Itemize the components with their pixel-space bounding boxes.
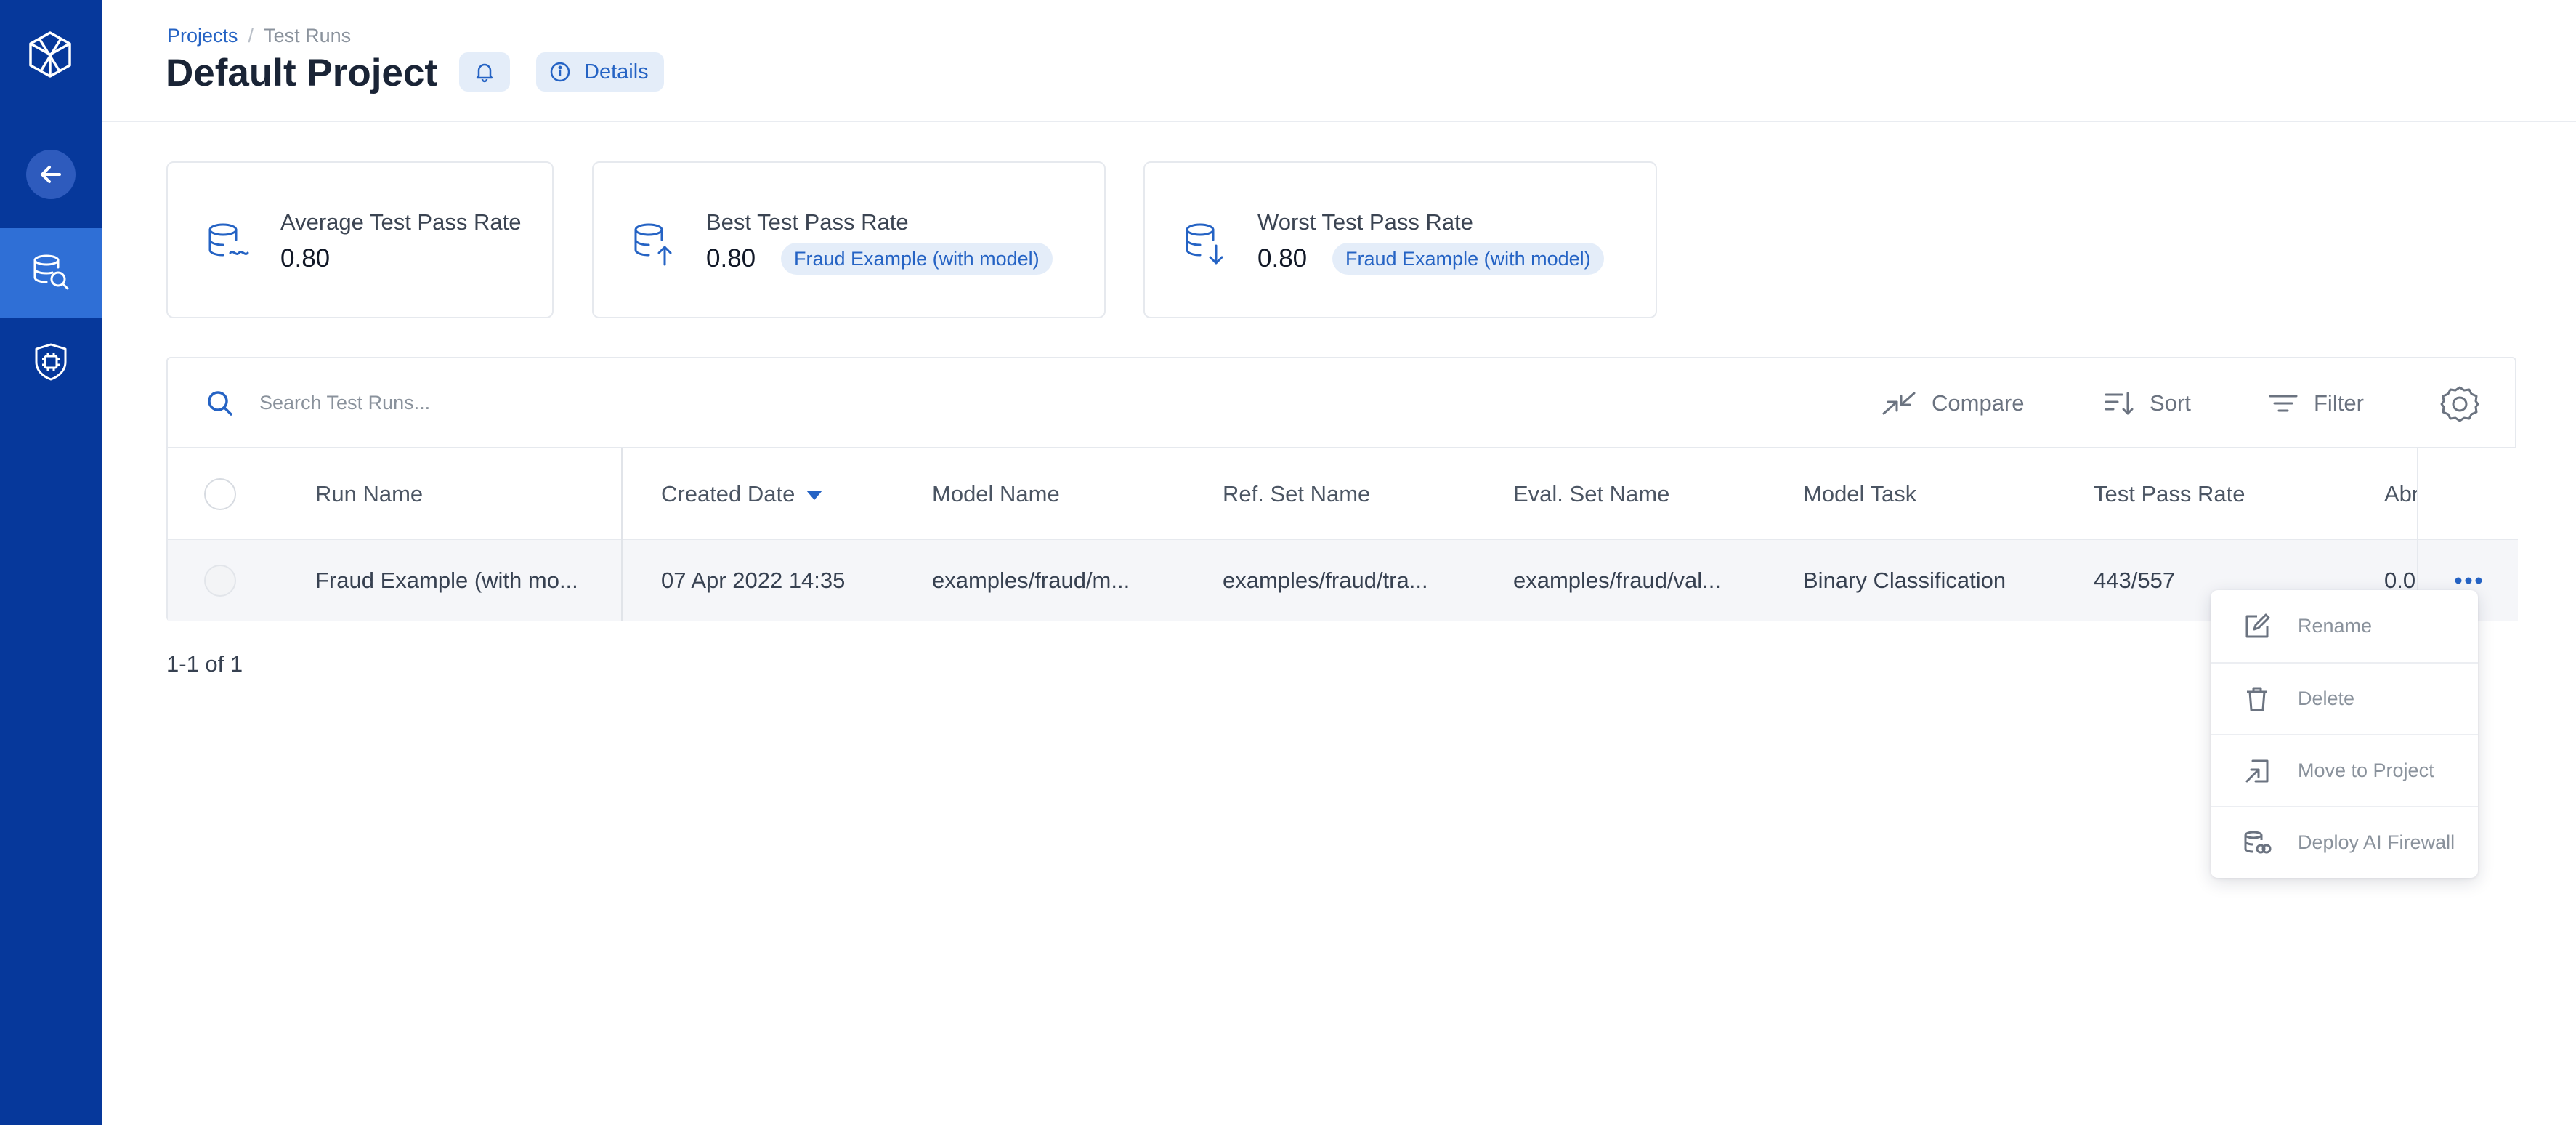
menu-item-label: Deploy AI Firewall (2298, 831, 2455, 853)
stat-title: Average Test Pass Rate (280, 209, 522, 235)
cell-created-date: 07 Apr 2022 14:35 (661, 568, 846, 593)
search-input[interactable] (259, 384, 841, 421)
stat-value: 0.80 (280, 244, 331, 273)
table-header: Run Name Created Date Model Name Ref. Se… (168, 448, 2515, 540)
column-created-date[interactable]: Created Date (661, 448, 823, 540)
filter-icon (2269, 395, 2298, 412)
stat-value: 0.80 (1257, 244, 1308, 273)
sidebar (0, 0, 102, 1125)
column-eval-set-name[interactable]: Eval. Set Name (1513, 448, 1669, 540)
move-icon (2245, 759, 2269, 782)
notifications-button[interactable] (459, 52, 510, 92)
page-title: Default Project (166, 52, 438, 94)
select-all-checkbox[interactable] (204, 478, 236, 510)
table-row[interactable]: Fraud Example (with mo... 07 Apr 2022 14… (168, 540, 2515, 621)
sort-icon (2105, 392, 2134, 415)
compare-label: Compare (1932, 390, 2025, 416)
breadcrumb-separator: / (248, 25, 254, 47)
compare-arrows-icon (1882, 392, 1916, 415)
breadcrumb-current: Test Runs (264, 25, 352, 47)
column-abr[interactable]: Abr (2384, 448, 2419, 540)
breadcrumb: Projects / Test Runs (167, 25, 351, 47)
menu-item-rename[interactable]: Rename (2211, 590, 2478, 662)
column-ref-set-name[interactable]: Ref. Set Name (1223, 448, 1370, 540)
column-divider (621, 448, 623, 621)
compare-button[interactable]: Compare (1881, 384, 2025, 422)
column-test-pass-rate[interactable]: Test Pass Rate (2094, 448, 2245, 540)
cell-run-name[interactable]: Fraud Example (with mo... (315, 540, 578, 621)
sort-button[interactable]: Sort (2103, 384, 2191, 422)
cell-model-task: Binary Classification (1803, 568, 2006, 593)
shield-chip-icon (35, 343, 67, 381)
back-button[interactable] (26, 150, 76, 199)
column-model-task[interactable]: Model Task (1803, 448, 1916, 540)
stat-card-average: Average Test Pass Rate 0.80 (166, 161, 554, 318)
details-button[interactable]: Details (536, 52, 664, 92)
stat-title: Best Test Pass Rate (706, 209, 909, 235)
menu-item-label: Rename (2298, 615, 2373, 637)
gear-icon[interactable] (2440, 384, 2479, 424)
database-arrow-down-icon (1186, 223, 1223, 265)
details-label: Details (584, 60, 649, 84)
row-checkbox[interactable] (204, 565, 236, 597)
column-created-date-label: Created Date (661, 481, 795, 507)
menu-item-label: Move to Project (2298, 759, 2434, 781)
menu-item-move-to-project[interactable]: Move to Project (2211, 734, 2478, 806)
more-horizontal-icon (2455, 577, 2482, 584)
stat-card-worst: Worst Test Pass Rate 0.80 Fraud Example … (1143, 161, 1657, 318)
cell-test-pass-rate: 443/557 (2094, 568, 2176, 593)
menu-item-delete[interactable]: Delete (2211, 662, 2478, 734)
menu-item-deploy-ai-firewall[interactable]: Deploy AI Firewall (2211, 806, 2478, 878)
filter-label: Filter (2314, 390, 2364, 416)
sort-desc-icon (806, 491, 823, 501)
logo-cube-icon[interactable] (25, 29, 76, 80)
breadcrumb-projects-link[interactable]: Projects (167, 25, 238, 47)
page-header: Projects / Test Runs Default Project Detai… (102, 0, 2576, 122)
table-toolbar: Compare Sort Filter (168, 358, 2515, 448)
sort-label: Sort (2150, 390, 2191, 416)
database-average-icon (208, 223, 249, 257)
stat-card-best: Best Test Pass Rate 0.80 Fraud Example (… (592, 161, 1106, 318)
database-arrow-up-icon (634, 223, 672, 266)
bell-icon (476, 63, 493, 83)
filter-button[interactable]: Filter (2267, 384, 2364, 422)
database-link-icon (2244, 831, 2272, 853)
edit-icon (2245, 613, 2270, 637)
database-search-icon (33, 254, 69, 290)
cell-eval-set-name: examples/fraud/val... (1513, 568, 1722, 593)
run-tag-link[interactable]: Fraud Example (with model) (781, 243, 1053, 275)
search-icon (208, 391, 232, 416)
column-run-name[interactable]: Run Name (315, 448, 423, 540)
stat-title: Worst Test Pass Rate (1257, 209, 1473, 235)
sidebar-item-firewall[interactable] (0, 317, 102, 407)
trash-icon (2247, 687, 2267, 711)
row-context-menu: Rename Delete Move to Project Deploy AI … (2211, 590, 2478, 878)
column-model-name[interactable]: Model Name (932, 448, 1060, 540)
test-runs-panel: Compare Sort Filter Run (166, 357, 2518, 621)
cell-model-name: examples/fraud/m... (932, 568, 1130, 593)
info-icon (550, 62, 570, 82)
sidebar-item-test-runs[interactable] (0, 228, 102, 318)
arrow-left-icon (41, 166, 61, 183)
stat-value: 0.80 (706, 244, 756, 273)
menu-item-label: Delete (2298, 688, 2355, 709)
run-tag-link[interactable]: Fraud Example (with model) (1332, 243, 1604, 275)
cell-ref-set-name: examples/fraud/tra... (1223, 568, 1428, 593)
pagination-info: 1-1 of 1 (166, 651, 243, 677)
